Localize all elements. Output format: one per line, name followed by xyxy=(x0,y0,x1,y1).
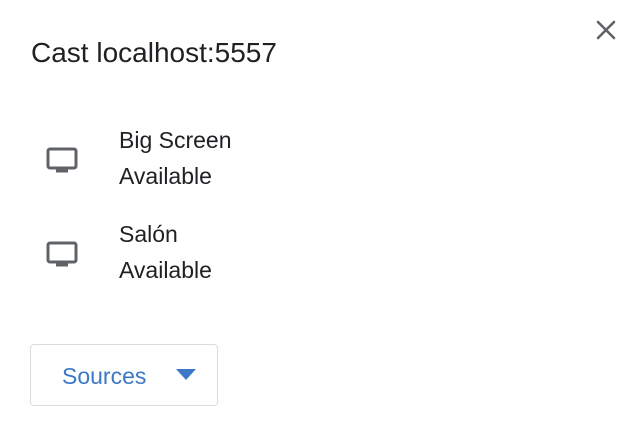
cast-dialog: Cast localhost:5557 Big Screen Available… xyxy=(0,0,638,438)
monitor-icon xyxy=(46,147,78,173)
sink-status: Available xyxy=(119,257,212,283)
sink-name: Big Screen xyxy=(119,127,232,153)
sink-name: Salón xyxy=(119,221,178,247)
caret-down-icon xyxy=(176,369,196,380)
sink-item-salon[interactable]: Salón Available xyxy=(0,219,638,303)
sources-button[interactable]: Sources xyxy=(30,344,218,406)
dialog-title: Cast localhost:5557 xyxy=(31,37,277,68)
sink-item-big-screen[interactable]: Big Screen Available xyxy=(0,125,638,209)
monitor-icon xyxy=(46,241,78,267)
close-icon xyxy=(596,20,616,40)
close-button[interactable] xyxy=(590,14,622,46)
sink-status: Available xyxy=(119,163,212,189)
sources-label: Sources xyxy=(62,363,147,389)
